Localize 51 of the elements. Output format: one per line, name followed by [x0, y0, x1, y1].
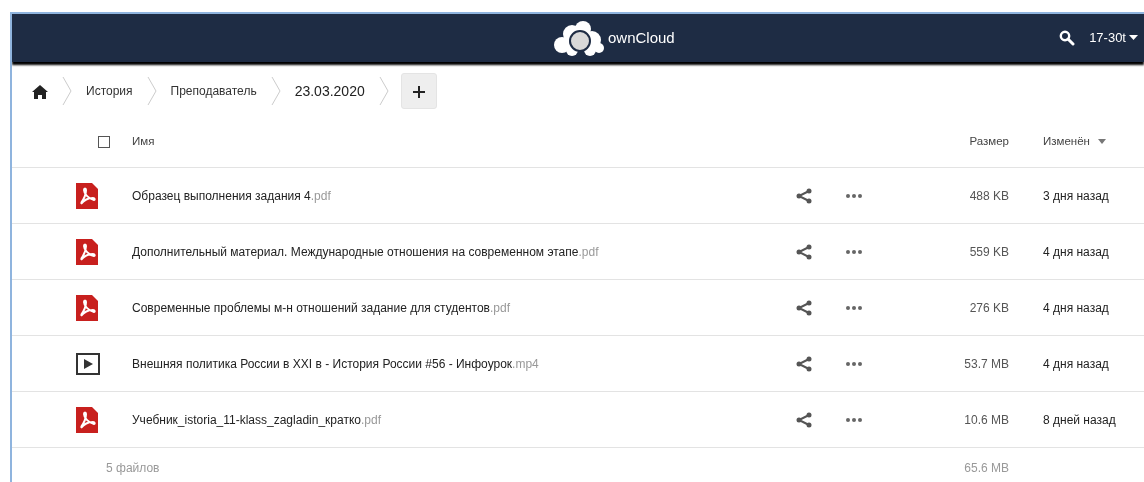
file-name-link[interactable]: Современные проблемы м-н отношений задание для студентов.pdf	[132, 298, 510, 317]
modified-date: 8 дней назад	[1043, 412, 1116, 427]
file-size: 488 KB	[969, 188, 1009, 203]
search-icon[interactable]	[1059, 29, 1076, 46]
file-name-link[interactable]: Внешняя политика России в XXI в - История России #56 - Инфоурок.mp4	[132, 354, 539, 373]
modified-date: 3 дня назад	[1043, 188, 1109, 203]
file-size: 559 KB	[969, 244, 1009, 259]
file-name-link[interactable]: Учебник_istoria_11-klass_zagladin_кратко.pdf	[132, 410, 381, 429]
select-all-checkbox[interactable]	[98, 135, 110, 148]
sort-caret-icon	[1097, 139, 1106, 144]
column-header[interactable]: Имя	[132, 132, 155, 151]
file-name-link[interactable]: Дополнительный материал. Международные отношения на современном этапе.pdf	[132, 242, 599, 261]
chevron-icon	[270, 76, 281, 106]
share-icon[interactable]	[796, 243, 812, 260]
column-header[interactable]: Размер	[969, 135, 1009, 148]
cloud-logo-icon	[552, 20, 604, 56]
pdf-file-icon	[76, 406, 98, 433]
logo-text: ownCloud	[608, 27, 675, 48]
column-header[interactable]: Изменён	[1043, 132, 1090, 151]
file-count: 5 файлов	[106, 460, 160, 477]
more-icon[interactable]	[846, 361, 862, 366]
video-file-icon	[76, 352, 100, 375]
file-name-link[interactable]: Образец выполнения задания 4.pdf	[132, 186, 331, 205]
chevron-icon	[378, 76, 389, 106]
caret-icon	[1129, 34, 1138, 41]
file-size: 53.7 MB	[964, 356, 1009, 371]
user-menu[interactable]: 17-30t	[1089, 28, 1138, 48]
chevron-icon	[146, 76, 157, 106]
plus-icon	[411, 85, 426, 100]
modified-date: 4 дня назад	[1043, 300, 1109, 315]
new-button[interactable]	[400, 73, 437, 109]
share-icon[interactable]	[796, 187, 812, 204]
more-icon[interactable]	[846, 193, 862, 198]
modified-date: 4 дня назад	[1043, 244, 1109, 259]
share-icon[interactable]	[796, 411, 812, 428]
share-icon[interactable]	[796, 355, 812, 372]
more-icon[interactable]	[846, 417, 862, 422]
file-size: 276 KB	[969, 300, 1009, 315]
pdf-file-icon	[76, 294, 98, 321]
breadcrumb-link[interactable]: 23.03.2020	[280, 80, 379, 102]
more-icon[interactable]	[846, 305, 862, 310]
breadcrumb-link[interactable]: Преподаватель	[156, 82, 271, 100]
chevron-icon	[62, 76, 72, 106]
more-icon[interactable]	[846, 249, 862, 254]
file-size: 10.6 MB	[964, 412, 1009, 427]
pdf-file-icon	[76, 238, 98, 265]
share-icon[interactable]	[796, 299, 812, 316]
pdf-file-icon	[76, 182, 98, 209]
total-size: 65.6 MB	[964, 461, 1009, 475]
modified-date: 4 дня назад	[1043, 356, 1109, 371]
breadcrumb-link[interactable]: История	[72, 82, 147, 100]
